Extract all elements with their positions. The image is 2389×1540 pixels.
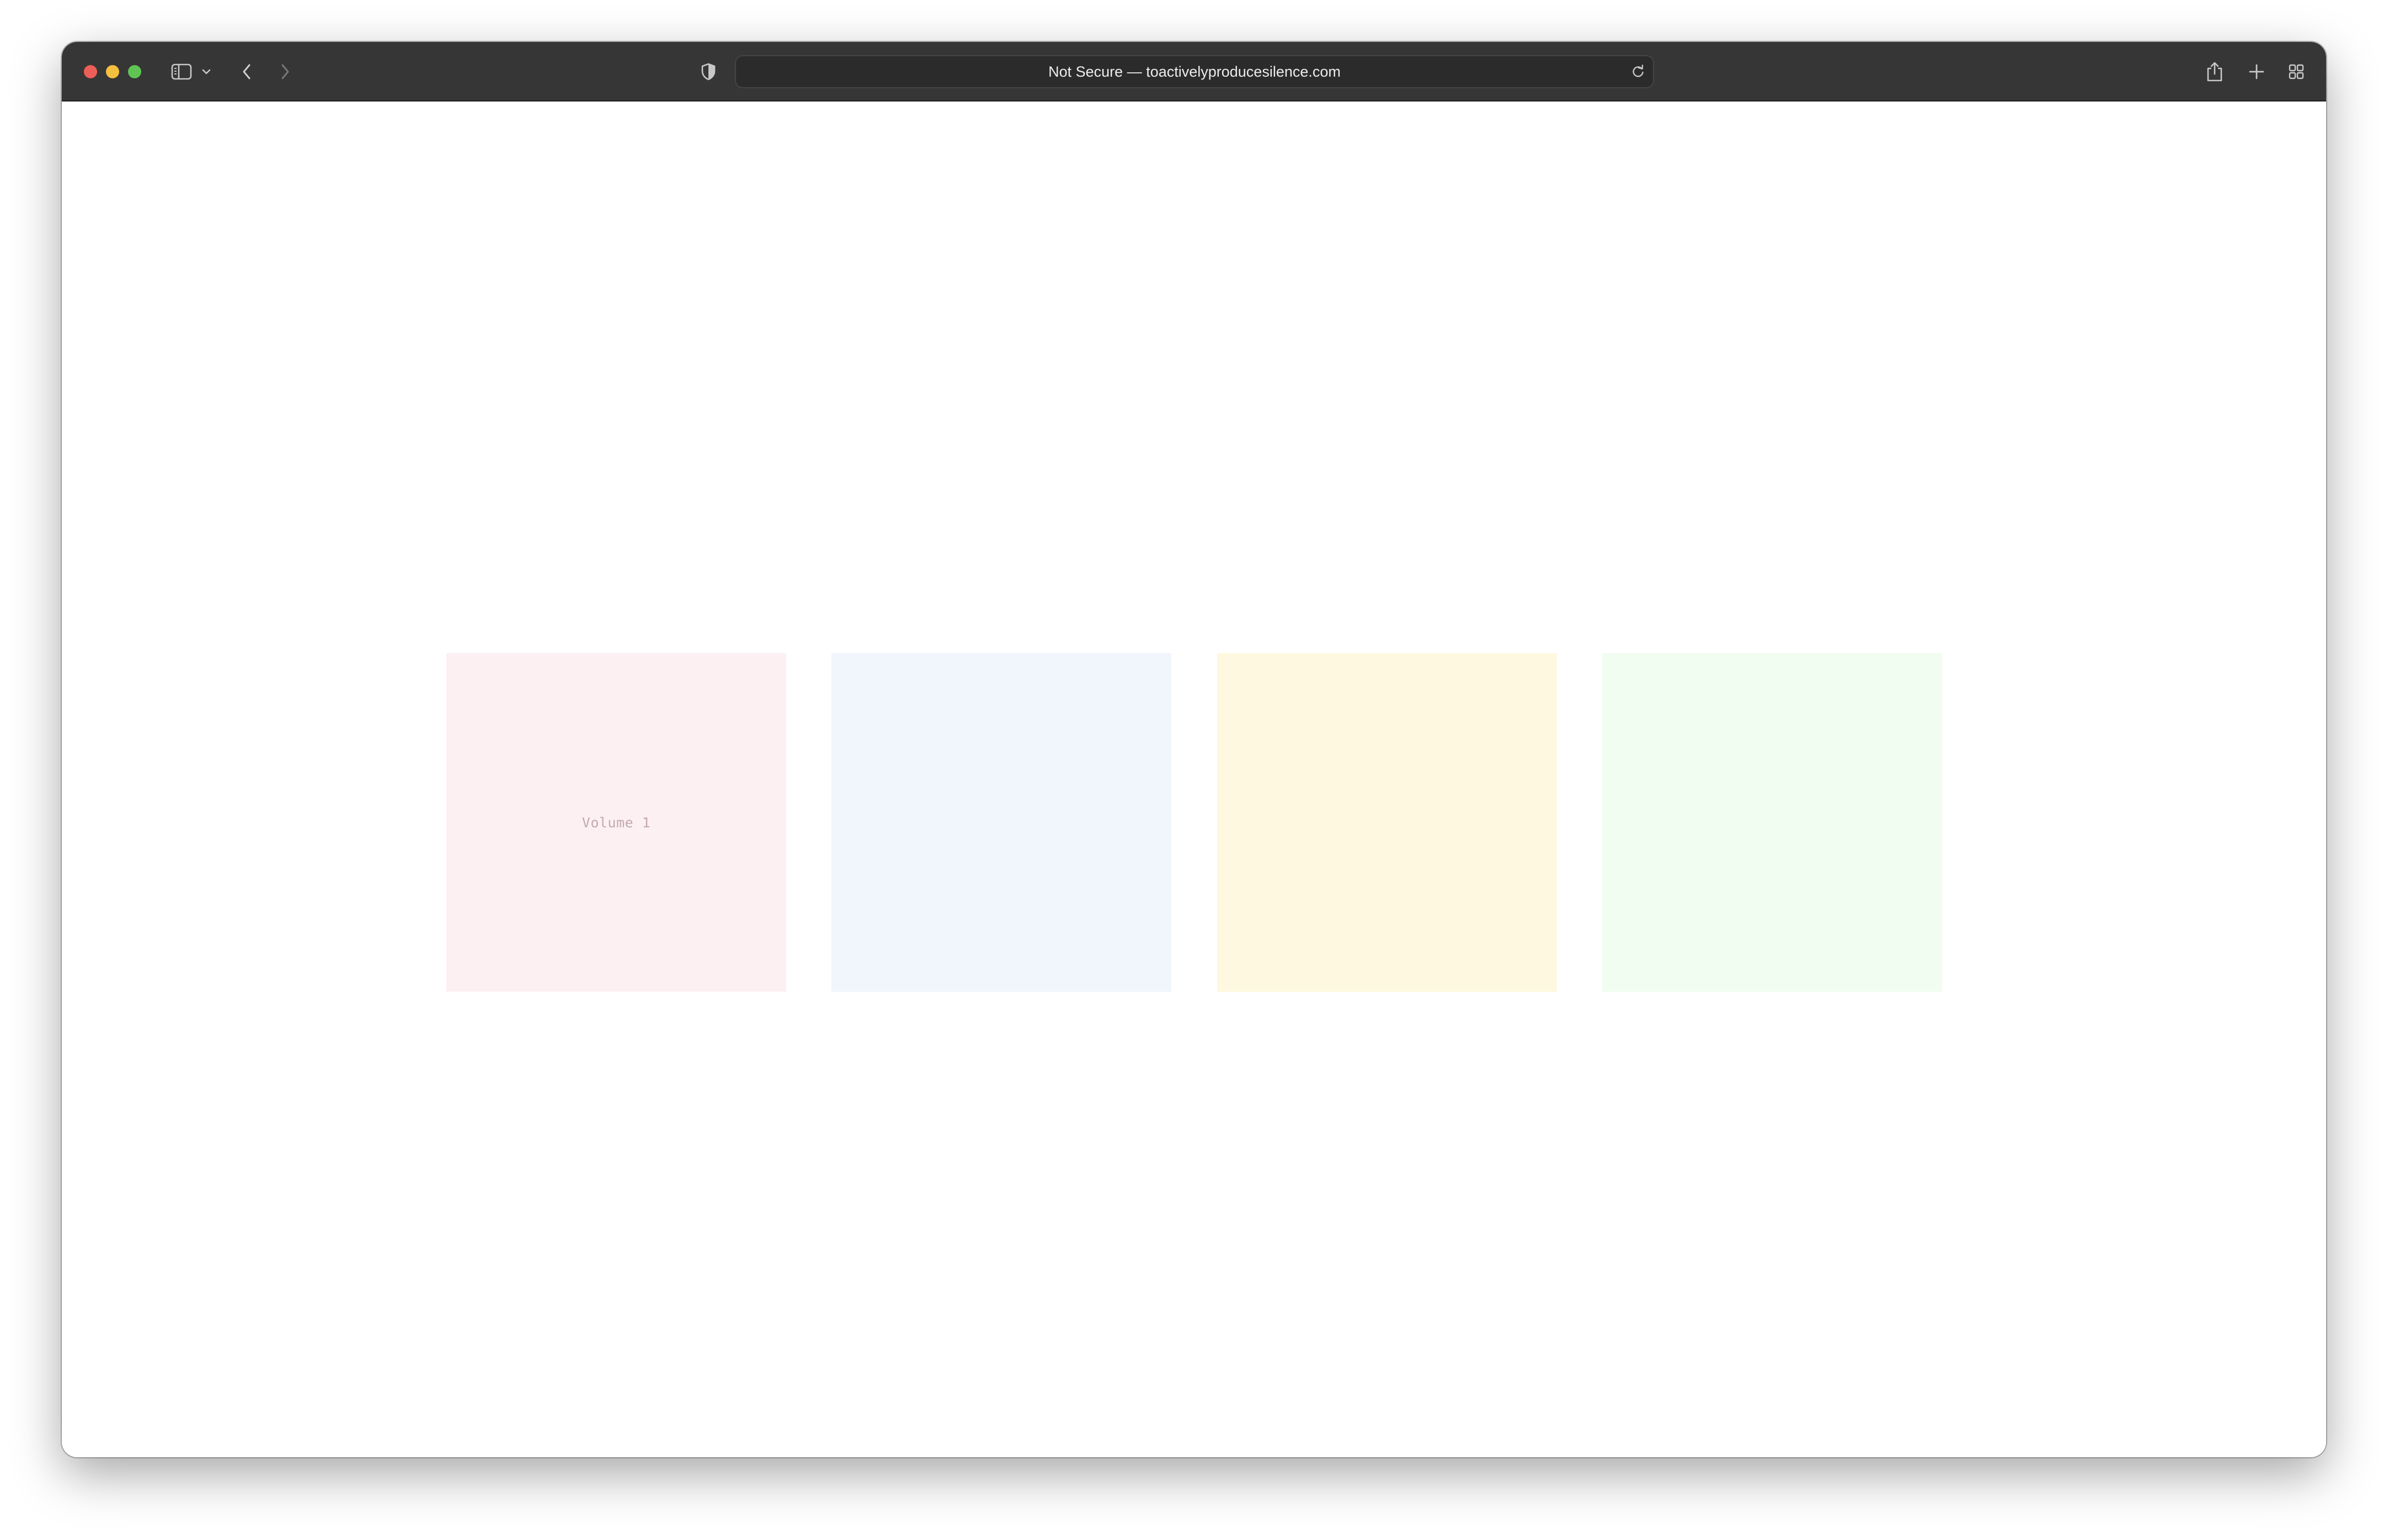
sidebar-icon[interactable] [168,55,195,88]
plus-icon[interactable] [2246,55,2268,88]
chevron-down-icon[interactable] [200,55,213,88]
close-button[interactable] [84,65,97,78]
url-separator: — [1123,63,1146,80]
chevron-left-icon[interactable] [237,55,256,88]
chevron-right-icon[interactable] [276,55,295,88]
share-icon[interactable] [2204,55,2226,88]
url-domain: toactivelyproducesilence.com [1146,63,1341,80]
security-label: Not Secure [1048,63,1123,80]
page-content: Volume 1 [62,101,2326,1457]
volume-tile-1[interactable]: Volume 1 [446,653,786,992]
minimize-button[interactable] [106,65,119,78]
browser-toolbar: Not Secure — toactivelyproducesilence.co… [62,42,2326,101]
volume-tile-2[interactable] [831,653,1171,992]
volume-tile-3[interactable] [1217,653,1557,992]
shield-icon[interactable] [697,55,719,88]
grid-icon[interactable] [2285,55,2307,88]
volume-tile-4[interactable] [1602,653,1942,992]
reload-icon[interactable] [1630,56,1646,87]
zoom-button[interactable] [128,65,141,78]
url-text: Not Secure — toactivelyproducesilence.co… [736,56,1653,87]
browser-window: Not Secure — toactivelyproducesilence.co… [62,42,2326,1457]
address-bar[interactable]: Not Secure — toactivelyproducesilence.co… [735,55,1654,88]
tile-label: Volume 1 [582,814,651,831]
